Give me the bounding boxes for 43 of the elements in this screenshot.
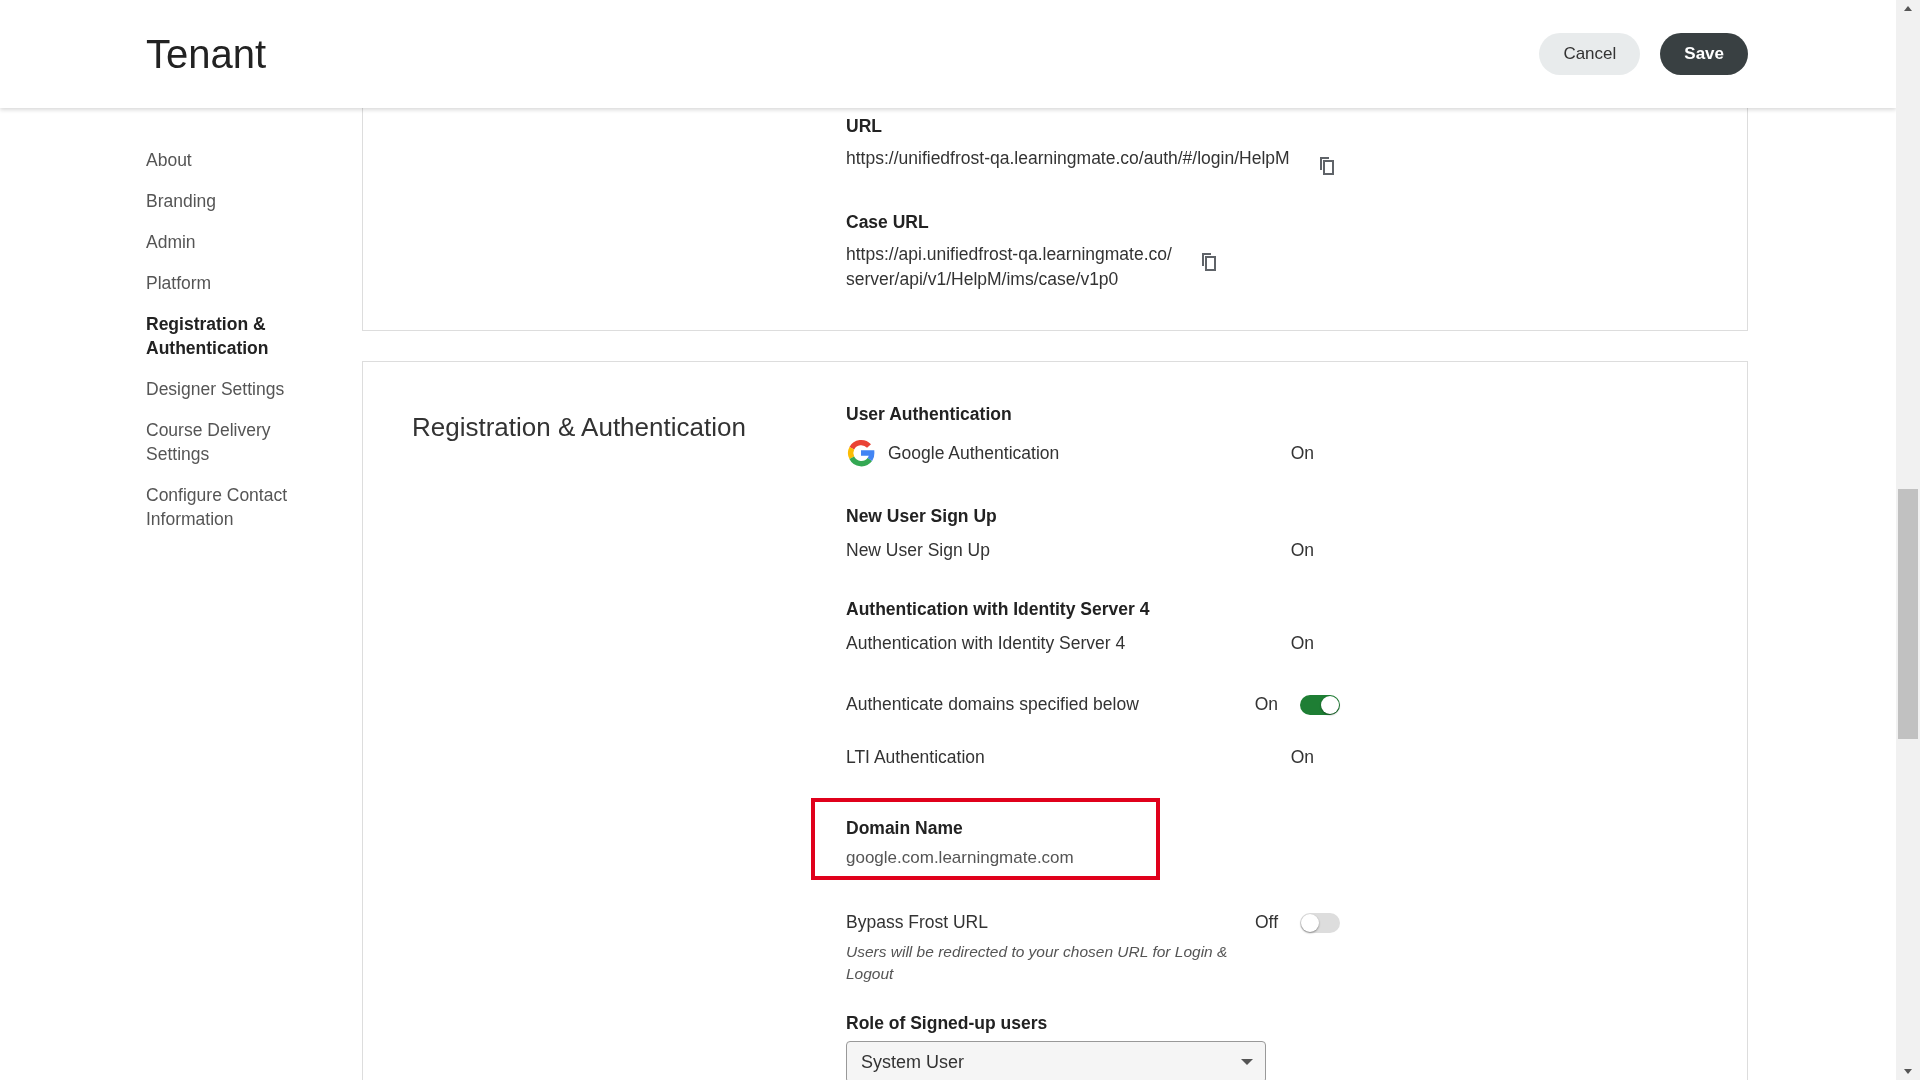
scroll-up-icon <box>1903 4 1913 13</box>
save-button[interactable]: Save <box>1660 33 1748 75</box>
url-text: https://api.unifiedfrost-qa.learningmate.co/ server/api/v1/HelpM/ims/case/v1p0 <box>846 243 1172 291</box>
caret-icon <box>1241 1059 1253 1065</box>
toggle-switch[interactable] <box>1300 694 1340 715</box>
setting-label: Authentication with Identity Server 4 <box>846 633 1126 654</box>
sidebar-item[interactable]: Configure Contact Information <box>146 483 306 531</box>
setting-label: Google Authentication <box>888 442 1060 464</box>
setting-label: Authenticate domains specified below <box>846 694 1139 715</box>
sidebar-item[interactable]: Registration & Authentication <box>146 312 306 360</box>
cancel-button[interactable]: Cancel <box>1539 33 1641 75</box>
page-title: Tenant <box>146 31 267 77</box>
setting-label: New User Sign Up <box>846 540 990 561</box>
field-label: Domain Name <box>846 817 964 840</box>
section-title: Registration & Authentication <box>412 412 747 443</box>
sidebar-item[interactable]: Designer Settings <box>146 377 306 401</box>
status-value: On <box>1290 442 1314 464</box>
sidebar-item[interactable]: Platform <box>146 271 306 295</box>
status-value: Off <box>1254 912 1278 933</box>
url-text: https://unifiedfrost-qa.learningmate.co/auth/#/login/HelpM <box>846 147 1290 170</box>
hint-text: Users will be redirected to your chosen URL for Login & Logout <box>846 942 1229 984</box>
toggle-switch[interactable] <box>1300 912 1340 933</box>
sidebar-item[interactable]: Course Delivery Settings <box>146 418 306 466</box>
scrollbar-thumb[interactable] <box>1898 489 1918 739</box>
sidebar-item[interactable]: About <box>146 148 306 172</box>
status-value: On <box>1290 633 1314 654</box>
role-dropdown[interactable]: System User <box>846 1041 1266 1080</box>
status-value: On <box>1254 694 1278 715</box>
setting-heading: Authentication with Identity Server 4 <box>846 598 1151 621</box>
scroll-down-icon <box>1903 1067 1913 1076</box>
status-value: On <box>1290 747 1314 768</box>
field-label: URL <box>846 115 883 138</box>
field-value: google.com.learningmate.com <box>846 848 1075 868</box>
setting-heading: User Authentication <box>846 403 1013 426</box>
scrollbar[interactable] <box>1896 0 1920 1080</box>
setting-label: LTI Authentication <box>846 747 985 768</box>
field-label: Role of Signed-up users <box>846 1012 1049 1035</box>
status-value: On <box>1290 540 1314 561</box>
setting-label: Bypass Frost URL <box>846 912 988 933</box>
sidebar-item[interactable]: Admin <box>146 230 306 254</box>
field-label: Case URL <box>846 211 930 234</box>
setting-heading: New User Sign Up <box>846 505 998 528</box>
sidebar-item[interactable]: Branding <box>146 189 306 213</box>
